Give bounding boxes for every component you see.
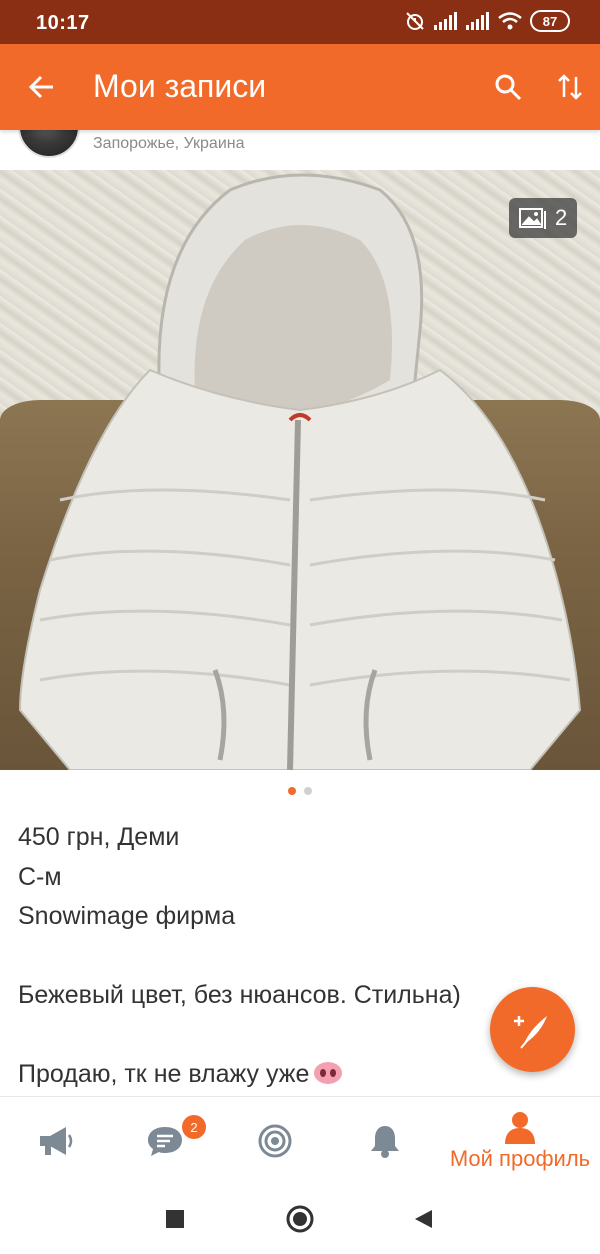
megaphone-icon (40, 1127, 73, 1155)
messages-badge: 2 (182, 1115, 206, 1139)
nav-item-feed[interactable] (0, 1097, 110, 1185)
nav-item-messages[interactable]: 2 (110, 1097, 220, 1185)
home-circle-icon (286, 1205, 314, 1233)
post-text-last-content: Продаю, тк не влажу уже (18, 1060, 310, 1088)
create-post-button[interactable] (490, 987, 575, 1072)
recents-button[interactable] (160, 1204, 190, 1234)
back-triangle-icon (415, 1210, 432, 1228)
photo-count-value: 2 (555, 205, 568, 230)
nav-profile-label: Мой профиль (449, 1146, 591, 1171)
post-text-line (18, 1016, 558, 1056)
status-time: 10:17 (36, 12, 90, 34)
arrow-left-icon (28, 75, 53, 99)
author-location: Запорожье, Украина (93, 135, 245, 152)
pager-dot-active[interactable] (288, 787, 296, 795)
nav-item-discover[interactable] (220, 1097, 330, 1185)
post-text-line: Бежевый цвет, без нюансов. Стильна) (18, 981, 461, 1009)
wifi-icon (498, 12, 522, 30)
page-title: Мои записи (93, 68, 267, 104)
system-back-button[interactable] (408, 1204, 438, 1234)
system-nav (0, 1184, 600, 1254)
signal-icon (434, 12, 458, 30)
post-text-line (18, 937, 558, 977)
feather-plus-icon (513, 1015, 547, 1049)
battery-icon: 87 (530, 10, 570, 32)
bell-icon (371, 1126, 399, 1158)
alarm-off-icon (404, 10, 426, 32)
gallery-icon (519, 208, 546, 229)
sort-icon (558, 74, 582, 100)
nav-item-profile[interactable]: Мой профиль (440, 1097, 600, 1185)
pig-nose-emoji (314, 1062, 343, 1084)
nav-item-notifications[interactable] (330, 1097, 440, 1185)
author-row[interactable]: Запорожье, Украина (0, 130, 600, 170)
person-icon (505, 1112, 535, 1144)
bottom-nav: 2 Мой профиль (0, 1096, 600, 1184)
search-icon (495, 74, 522, 101)
post-text-line: 450 грн, Деми (18, 823, 180, 851)
post-text-line: С-м (18, 862, 62, 891)
post-text-line: Snowimage фирма (18, 902, 236, 930)
pager-dot[interactable] (304, 787, 312, 795)
status-icons: 87 (404, 10, 570, 32)
jacket-image (18, 173, 582, 770)
post-text: 450 грн, Деми С-м Snowimage фирма Бежевы… (18, 818, 558, 1095)
target-icon (258, 1124, 292, 1158)
signal-icon (466, 12, 490, 30)
photo-pager-dots (0, 787, 600, 797)
back-button[interactable] (22, 67, 62, 107)
post-text-line-last: Продаю, тк не влажу уже (18, 1055, 558, 1095)
photo-count-badge[interactable]: 2 (509, 198, 578, 238)
search-button[interactable] (486, 67, 530, 107)
recents-square-icon (166, 1210, 184, 1228)
app-bar: Мои записи (0, 44, 600, 130)
chat-icon (148, 1127, 182, 1156)
status-bar: 10:17 87 (0, 0, 600, 44)
sort-button[interactable] (548, 67, 592, 107)
post-photo[interactable]: 2 (0, 170, 600, 770)
avatar[interactable] (18, 130, 80, 158)
home-button[interactable] (285, 1204, 315, 1234)
